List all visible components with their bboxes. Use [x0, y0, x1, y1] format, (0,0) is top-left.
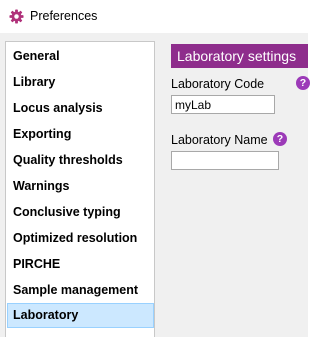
sidebar-item-library[interactable]: Library [7, 70, 154, 95]
panel-title: Laboratory settings [171, 44, 308, 68]
sidebar-nav: General Library Locus analysis Exporting… [5, 41, 155, 337]
sidebar-item-exporting[interactable]: Exporting [7, 122, 154, 147]
sidebar-item-general[interactable]: General [7, 44, 154, 69]
laboratory-name-label: Laboratory Name [171, 133, 268, 147]
sidebar-item-pirche[interactable]: PIRCHE [7, 252, 154, 277]
sidebar-item-optimized-resolution[interactable]: Optimized resolution [7, 226, 154, 251]
laboratory-code-help-icon[interactable]: ? [296, 76, 310, 90]
sidebar-item-conclusive-typing[interactable]: Conclusive typing [7, 200, 154, 225]
sidebar-item-locus-analysis[interactable]: Locus analysis [7, 96, 154, 121]
laboratory-name-help-icon[interactable]: ? [273, 132, 287, 146]
gear-icon [9, 9, 24, 24]
laboratory-name-input[interactable] [171, 151, 279, 170]
sidebar-item-sample-management[interactable]: Sample management [7, 278, 154, 303]
laboratory-code-label: Laboratory Code [171, 77, 265, 91]
sidebar-item-quality-thresholds[interactable]: Quality thresholds [7, 148, 154, 173]
laboratory-code-input[interactable] [171, 95, 275, 114]
sidebar-item-laboratory[interactable]: Laboratory [7, 303, 154, 328]
sidebar-item-warnings[interactable]: Warnings [7, 174, 154, 199]
window-title: Preferences [30, 9, 98, 23]
title-bar: Preferences [0, 0, 308, 33]
